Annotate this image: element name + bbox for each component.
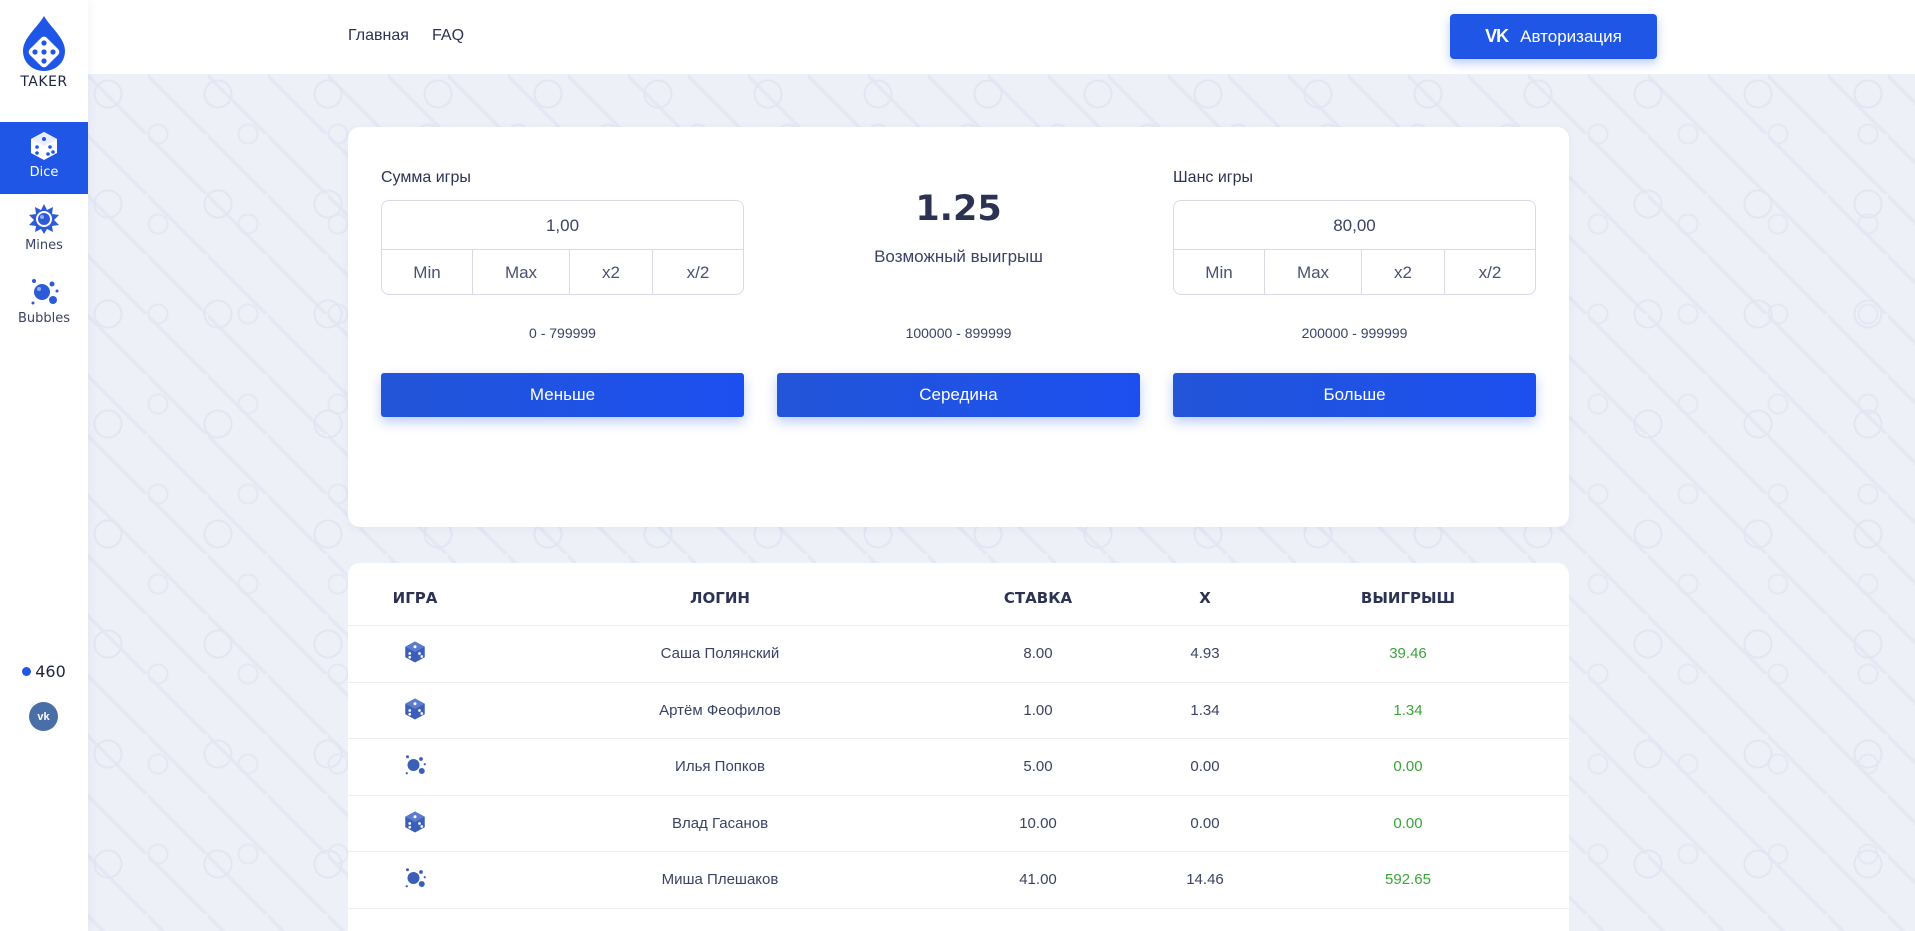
chance-max-button[interactable]: Max [1265, 250, 1362, 295]
table-header: ИГРА ЛОГИН СТАВКА X ВЫИГРЫШ [348, 563, 1569, 626]
table-row: Артём Феофилов 1.00 1.34 1.34 [348, 683, 1569, 739]
online-count: 460 [35, 662, 66, 681]
dice-game-panel: Сумма игры 1,00 Min Max x2 x/2 1.25 Возм… [348, 127, 1569, 527]
table-row: Саша Полянский 8.00 4.93 39.46 [348, 626, 1569, 683]
sidebar-item-dice[interactable]: Dice [0, 122, 88, 194]
dice-icon [402, 810, 428, 838]
bubbles-icon [402, 866, 428, 894]
cell-x: 0.00 [1190, 758, 1220, 775]
bubbles-icon [31, 279, 59, 305]
bubbles-icon [402, 753, 428, 781]
nav-link-faq[interactable]: FAQ [432, 27, 464, 45]
cell-win: 1.34 [1393, 701, 1423, 719]
auth-button-label: Авторизация [1520, 26, 1622, 46]
sidebar-item-bubbles[interactable]: Bubbles [0, 268, 88, 340]
mine-icon [29, 204, 59, 234]
sidebar-item-label: Mines [25, 238, 63, 253]
nav-link-home[interactable]: Главная [348, 27, 409, 45]
cell-x: 0.00 [1190, 814, 1220, 832]
column-bet: СТАВКА [1003, 589, 1073, 607]
cell-login: Илья Попков [675, 758, 765, 775]
sidebar-item-label: Dice [29, 165, 59, 180]
cell-bet: 1.00 [1023, 701, 1053, 719]
cell-win: 39.46 [1389, 645, 1427, 662]
online-counter: 460 [0, 662, 88, 681]
range-less: 0 - 799999 [529, 325, 596, 341]
cell-win: 592.65 [1385, 871, 1431, 888]
cell-win: 0.00 [1393, 814, 1423, 832]
game-history-table: ИГРА ЛОГИН СТАВКА X ВЫИГРЫШ Саша Полянск… [348, 563, 1569, 931]
table-row: Влад Гасанов 10.00 0.00 0.00 [348, 796, 1569, 852]
sidebar: TAKER Dice Mines Bubbles 460 vk [0, 0, 88, 931]
more-button[interactable]: Больше [1173, 373, 1536, 417]
less-button[interactable]: Меньше [381, 373, 744, 417]
chance-label: Шанс игры [1173, 169, 1254, 186]
brand-name: TAKER [20, 74, 68, 90]
top-header: Главная FAQ VK Авторизация [88, 0, 1915, 74]
chance-half-button[interactable]: x/2 [1445, 250, 1535, 295]
sidebar-item-label: Bubbles [17, 311, 71, 326]
range-middle: 100000 - 899999 [905, 325, 1012, 341]
chance-input-group: 80,00 Min Max x2 x/2 [1173, 200, 1536, 295]
cell-login: Влад Гасанов [671, 814, 769, 832]
middle-button[interactable]: Середина [777, 373, 1140, 417]
cell-x: 4.93 [1190, 645, 1220, 662]
column-win: ВЫИГРЫШ [1360, 589, 1456, 607]
range-more: 200000 - 999999 [1301, 325, 1408, 341]
column-x: X [1199, 589, 1211, 607]
taker-logo-icon [23, 16, 65, 71]
cell-x: 1.34 [1190, 701, 1220, 719]
chance-min-button[interactable]: Min [1174, 250, 1265, 295]
vk-icon: VK [1485, 26, 1509, 46]
online-dot-icon [22, 667, 32, 676]
sidebar-item-mines[interactable]: Mines [0, 195, 88, 267]
chance-double-button[interactable]: x2 [1362, 250, 1445, 295]
vk-link-icon[interactable]: vk [29, 702, 58, 731]
cell-x: 14.46 [1186, 871, 1224, 888]
cell-bet: 8.00 [1023, 645, 1053, 662]
dice-icon [31, 132, 57, 160]
dice-icon [402, 697, 428, 725]
chance-input[interactable]: 80,00 [1174, 201, 1535, 250]
cell-login: Саша Полянский [660, 645, 780, 662]
cell-bet: 5.00 [1023, 758, 1053, 775]
auth-button[interactable]: VK Авторизация [1450, 14, 1657, 59]
table-row: Миша Плешаков 41.00 14.46 592.65 [348, 852, 1569, 909]
cell-bet: 41.00 [1019, 871, 1057, 888]
column-login: ЛОГИН [690, 589, 750, 607]
table-row: Илья Попков 5.00 0.00 0.00 [348, 739, 1569, 796]
cell-login: Миша Плешаков [661, 871, 779, 888]
amount-label: Сумма игры [381, 169, 471, 186]
cell-win: 0.00 [1393, 758, 1423, 775]
column-game: ИГРА [392, 589, 438, 607]
cell-login: Артём Феофилов [659, 701, 781, 719]
cell-bet: 10.00 [1019, 814, 1057, 832]
dice-icon [402, 640, 428, 668]
logo[interactable]: TAKER [0, 14, 88, 90]
